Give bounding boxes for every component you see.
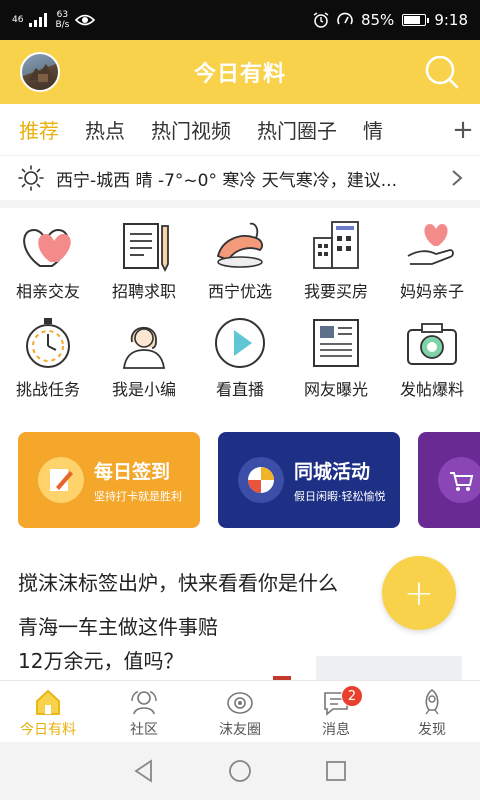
eye-icon [75,14,96,26]
nav-label: 消息 [322,722,350,738]
tab-hot[interactable]: 热点 [72,115,138,144]
shrimp-icon [216,222,263,268]
editor-person-icon [122,326,166,369]
grid-item-house[interactable]: 我要买房 [288,210,384,308]
camera-icon [407,323,457,365]
nav-friends-circle[interactable]: 沫友圈 [192,681,288,742]
battery-percent: 85% [360,11,395,29]
home-circle-icon[interactable] [227,758,253,784]
grid-label: 招聘求职 [111,282,176,301]
grid-label: 相亲交友 [15,282,80,301]
grid-item-live[interactable]: 看直播 [192,308,288,406]
system-nav-bar [0,742,480,800]
grid-item-selection[interactable]: 西宁优选 [192,210,288,308]
network-indicator: 46 [12,15,24,25]
nav-label: 发现 [418,722,446,738]
app-header: 今日有料 [0,40,480,104]
network-speed-unit: B/s [55,20,70,30]
banner-text: 同城活动 假日闲暇·轻松愉悦 [294,457,386,504]
status-right: 85% 9:18 [313,11,468,29]
chevron-right-icon [452,170,463,186]
friends-circle-icon [227,692,253,714]
banner-subtitle: 坚持打卡就是胜利 [94,489,182,503]
grid-item-parenting[interactable]: 妈妈亲子 [384,210,480,308]
weather-text: 西宁-城西 晴 -7°~0° 寒冷 天气寒冷，建议... [56,170,397,191]
beach-ball-icon [238,457,284,503]
status-bar: 46 63 B/s 85% 9:18 [0,0,480,40]
hearts-icon [23,228,71,267]
grid-label: 我是小编 [111,380,176,399]
battery-icon [402,14,430,26]
banner-title: 每日签到 [94,460,171,483]
speedometer-icon [337,12,353,25]
heart-hand-icon [407,224,454,265]
stopwatch-icon [26,318,70,368]
community-icon [131,691,157,715]
page-title: 今日有料 [193,62,286,87]
grid-label: 西宁优选 [207,282,272,301]
sun-icon [18,165,44,191]
tab-hot-videos[interactable]: 热门视频 [138,115,244,144]
signal-icon [29,13,48,27]
grid-item-editor[interactable]: 我是小编 [96,308,192,406]
service-grid: 相亲交友 招聘求职 西宁优选 我要买房 妈妈亲子 挑战任务 我是小编 看直播 网… [0,210,480,415]
nav-label: 社区 [130,722,158,738]
banner-text: 每日签到 坚持打卡就是胜利 [94,457,182,504]
alarm-icon [313,12,329,28]
recents-square-icon[interactable] [323,758,349,784]
grid-label: 网友曝光 [303,380,368,399]
battery-fill [404,16,421,24]
cart-icon [438,457,480,503]
category-tabs: 推荐 热点 热门视频 热门圈子 情 + [0,104,480,156]
tab-recommend[interactable]: 推荐 [0,115,72,144]
grid-label: 挑战任务 [15,380,80,399]
network-speed-value: 63 [56,10,69,20]
promo-banners: 每日签到 坚持打卡就是胜利 同城活动 假日闲暇·轻松愉悦 [0,432,480,528]
post-fab-button[interactable]: + [382,556,456,630]
weather-bar[interactable]: 西宁-城西 晴 -7°~0° 寒冷 天气寒冷，建议... [0,156,480,208]
grid-item-challenge[interactable]: 挑战任务 [0,308,96,406]
grid-item-dating[interactable]: 相亲交友 [0,210,96,308]
banner-city-events[interactable]: 同城活动 假日闲暇·轻松愉悦 [218,432,400,528]
bottom-nav: 今日有料 社区 沫友圈 2 消息 发现 [0,680,480,742]
banner-daily-checkin[interactable]: 每日签到 坚持打卡就是胜利 [18,432,200,528]
status-left: 46 63 B/s [12,10,96,30]
message-count-badge: 2 [341,685,363,707]
checkin-pencil-icon [38,457,84,503]
rocket-icon [425,689,439,715]
search-icon[interactable] [424,54,460,90]
resume-icon [123,223,169,273]
play-icon [215,318,265,368]
home-icon [36,689,60,715]
banner-shop[interactable] [418,432,480,528]
network-speed: 63 B/s [55,10,69,30]
grid-label: 我要买房 [303,282,368,301]
nav-label: 今日有料 [20,722,76,738]
tab-emotion[interactable]: 情 [350,115,396,144]
grid-item-expose[interactable]: 网友曝光 [288,308,384,406]
nav-discover[interactable]: 发现 [384,681,480,742]
nav-community[interactable]: 社区 [96,681,192,742]
grid-label: 妈妈亲子 [399,282,464,301]
nav-home[interactable]: 今日有料 [0,681,96,742]
grid-item-post[interactable]: 发帖爆料 [384,308,480,406]
banner-title: 同城活动 [294,460,371,483]
avatar-image-icon [28,64,56,82]
avatar[interactable] [20,52,60,92]
add-tab-button[interactable]: + [446,104,480,155]
grid-label: 看直播 [215,380,264,399]
grid-label: 发帖爆料 [399,380,464,399]
article-headline-1[interactable]: 搅沫沫标签出炉，快来看看你是什么 [18,566,398,600]
banner-subtitle: 假日闲暇·轻松愉悦 [294,489,386,503]
grid-item-jobs[interactable]: 招聘求职 [96,210,192,308]
nav-messages[interactable]: 2 消息 [288,681,384,742]
building-icon [313,221,359,269]
tab-hot-circles[interactable]: 热门圈子 [244,115,350,144]
back-icon[interactable] [131,758,157,784]
nav-label: 沫友圈 [219,722,261,738]
clock: 9:18 [434,11,468,29]
newspaper-icon [313,319,359,367]
